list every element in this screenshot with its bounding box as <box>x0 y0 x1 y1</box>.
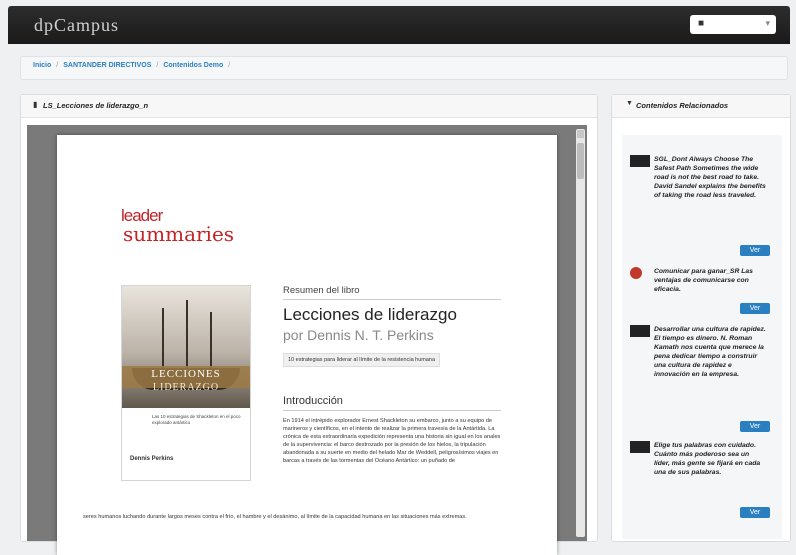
thumbnail-icon <box>630 441 650 453</box>
related-item-text[interactable]: Desarrollar una cultura de rapidez. El t… <box>654 325 766 379</box>
top-navbar: dpCampus ■ ▾ <box>8 6 790 44</box>
leader-summaries-logo: leader summaries <box>121 206 235 246</box>
book-subtitle: 10 estrategias para liderar al límite de… <box>283 353 441 367</box>
breadcrumb-item-santander[interactable]: SANTANDER DIRECTIVOS <box>63 62 151 69</box>
related-item-text[interactable]: Comunicar para ganar_SR Las ventajas de … <box>654 267 766 294</box>
related-panel-header[interactable]: ▼ Contenidos Relacionados <box>612 95 790 118</box>
thumbnail-icon <box>630 325 650 337</box>
cover-title-1: LECCIONES <box>151 368 221 380</box>
doc-kicker: Resumen del libro <box>283 285 360 296</box>
chevron-down-icon: ▾ <box>765 18 770 28</box>
view-button[interactable]: Ver <box>740 245 770 256</box>
related-panel: ▼ Contenidos Relacionados SGL_Dont Alway… <box>611 94 791 542</box>
book-author: por Dennis N. T. Perkins <box>283 327 434 343</box>
view-button[interactable]: Ver <box>740 507 770 518</box>
caret-down-icon: ▼ <box>626 100 633 107</box>
breadcrumb: Inicio / SANTANDER DIRECTIVOS / Contenidos D… <box>20 56 788 80</box>
breadcrumb-separator: / <box>156 62 159 69</box>
intro-paragraph-cont: seres humanos luchando durante largos me… <box>83 514 467 520</box>
scroll-up-icon[interactable] <box>577 130 584 138</box>
content-panel: ▮ LS_Lecciones de liderazgo_n leader sum… <box>20 94 598 555</box>
scroll-thumb[interactable] <box>577 143 584 179</box>
user-icon: ■ <box>698 18 705 29</box>
cover-subtitle: Las 10 estrategias de Shackleton en el p… <box>152 414 241 425</box>
user-menu-dropdown[interactable]: ■ ▾ <box>690 15 776 34</box>
related-item-text[interactable]: SGL_Dont Always Choose The Safest Path S… <box>654 155 766 200</box>
cover-title-2: LIDERAZGO <box>152 382 220 393</box>
view-button[interactable]: Ver <box>740 303 770 314</box>
breadcrumb-item-inicio[interactable]: Inicio <box>33 62 51 69</box>
breadcrumb-separator: / <box>56 62 59 69</box>
cover-author: Dennis Perkins <box>130 456 174 462</box>
content-panel-title: LS_Lecciones de liderazgo_n <box>43 101 149 110</box>
document-page: leader summaries LECCIONES LIDERAZGO Las… <box>57 135 557 555</box>
intro-paragraph: En 1914 el intrépido explorador Ernest S… <box>283 418 501 464</box>
thumbnail-icon <box>630 155 650 167</box>
content-panel-header: ▮ LS_Lecciones de liderazgo_n <box>21 95 597 118</box>
breadcrumb-separator: / <box>228 62 231 69</box>
document-icon: ▮ <box>33 100 38 109</box>
related-item-text[interactable]: Elige tus palabras con cuidado. Cuánto m… <box>654 441 766 477</box>
viewer-scrollbar[interactable] <box>576 129 585 537</box>
book-title: Lecciones de liderazgo <box>283 305 457 324</box>
brand-logo[interactable]: dpCampus <box>34 15 119 36</box>
related-list: SGL_Dont Always Choose The Safest Path S… <box>622 135 782 539</box>
document-viewer[interactable]: leader summaries LECCIONES LIDERAZGO Las… <box>27 125 587 555</box>
book-cover: LECCIONES LIDERAZGO Las 10 estrategias d… <box>121 285 251 481</box>
thumbnail-icon <box>630 267 642 279</box>
breadcrumb-item-contenidos[interactable]: Contenidos Demo <box>163 62 223 69</box>
intro-heading: Introducción <box>283 395 343 407</box>
related-panel-title: Contenidos Relacionados <box>636 101 729 110</box>
view-button[interactable]: Ver <box>740 421 770 432</box>
